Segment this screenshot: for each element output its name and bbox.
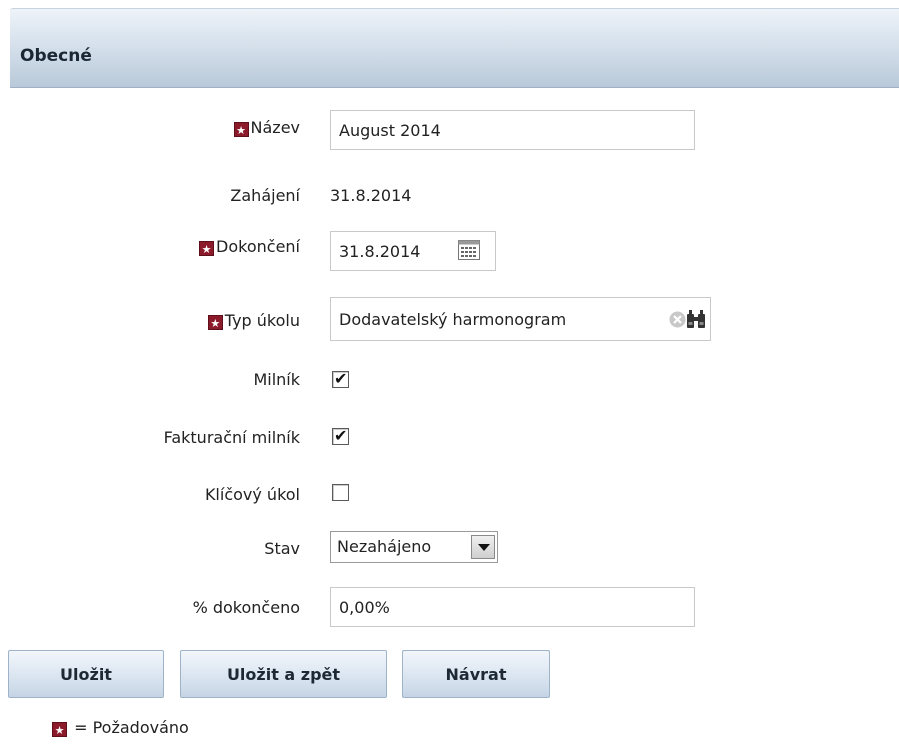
section-title: Obecné — [20, 46, 92, 66]
milestone-label: Milník — [253, 370, 300, 389]
start-label: Zahájení — [230, 186, 300, 205]
clear-icon[interactable] — [669, 311, 686, 332]
task-type-label: ★ Typ úkolu — [0, 311, 300, 330]
end-label: ★ Dokončení — [0, 237, 300, 256]
return-button[interactable]: Návrat — [402, 650, 550, 698]
required-star-icon: ★ — [199, 241, 215, 256]
task-type-value: Dodavatelský harmonogram — [339, 310, 567, 329]
chevron-down-icon[interactable] — [471, 535, 495, 559]
save-and-back-button[interactable]: Uložit a zpět — [180, 650, 387, 698]
status-select[interactable]: Nezahájeno — [330, 531, 498, 563]
section-header — [10, 8, 899, 88]
milestone-checkbox[interactable]: ✔ — [332, 369, 349, 388]
required-star-icon: ★ — [207, 315, 223, 330]
required-star-icon: ★ — [233, 122, 249, 137]
start-value: 31.8.2014 — [330, 186, 412, 205]
checkmark-icon: ✔ — [334, 369, 348, 388]
calendar-icon[interactable] — [458, 240, 480, 264]
status-value: Nezahájeno — [337, 537, 432, 556]
task-type-field[interactable]: Dodavatelský harmonogram — [330, 297, 711, 341]
save-button[interactable]: Uložit — [8, 650, 164, 698]
key-task-label: Klíčový úkol — [204, 485, 300, 504]
required-legend: ★ = Požadováno — [52, 718, 189, 737]
key-task-checkbox[interactable] — [332, 484, 349, 501]
legend-text: = Požadováno — [74, 718, 189, 737]
billing-milestone-label: Fakturační milník — [163, 428, 300, 447]
required-star-icon: ★ — [52, 722, 67, 737]
percent-label: % dokončeno — [192, 598, 300, 617]
billing-milestone-checkbox[interactable]: ✔ — [332, 426, 349, 445]
status-label: Stav — [264, 539, 300, 558]
percent-field[interactable]: 0,00% — [330, 587, 695, 627]
name-field[interactable]: August 2014 — [330, 110, 695, 150]
name-label: ★ Název — [0, 118, 300, 137]
binoculars-icon[interactable] — [686, 308, 706, 334]
end-date-value: 31.8.2014 — [339, 242, 421, 261]
checkmark-icon: ✔ — [334, 426, 348, 445]
